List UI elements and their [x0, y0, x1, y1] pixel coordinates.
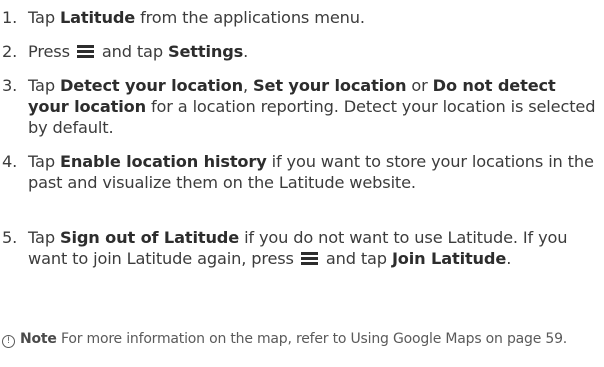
menu-icon — [300, 252, 318, 265]
menu-icon — [76, 45, 94, 58]
step-number: 4. — [2, 152, 18, 171]
step-text: Tap Sign out of Latitude if you do not w… — [28, 228, 568, 268]
detect-location-label: Detect your location — [59, 76, 243, 95]
step-text: Tap Enable location history if you want … — [28, 152, 594, 192]
instruction-page: 1. Tap Latitude from the applications me… — [0, 0, 604, 367]
note: ! Note For more information on the map, r… — [2, 330, 600, 348]
step-number: 1. — [2, 8, 18, 27]
step-number: 2. — [2, 42, 18, 61]
step-text: Tap Latitude from the applications menu. — [28, 8, 365, 27]
step-text: Tap Detect your location, Set your locat… — [28, 76, 596, 137]
step-number: 5. — [2, 228, 18, 247]
set-location-label: Set your location — [253, 76, 407, 95]
note-text: For more information on the map, refer t… — [56, 331, 568, 347]
info-icon: ! — [2, 335, 15, 348]
enable-history-label: Enable location history — [59, 152, 267, 171]
settings-label: Settings — [167, 42, 244, 61]
app-name-latitude: Latitude — [59, 8, 136, 27]
step-text: Press and tap Settings. — [28, 42, 249, 61]
sign-out-label: Sign out of Latitude — [59, 228, 240, 247]
note-label: Note — [20, 331, 57, 347]
join-latitude-label: Join Latitude — [391, 249, 507, 268]
step-number: 3. — [2, 76, 18, 95]
